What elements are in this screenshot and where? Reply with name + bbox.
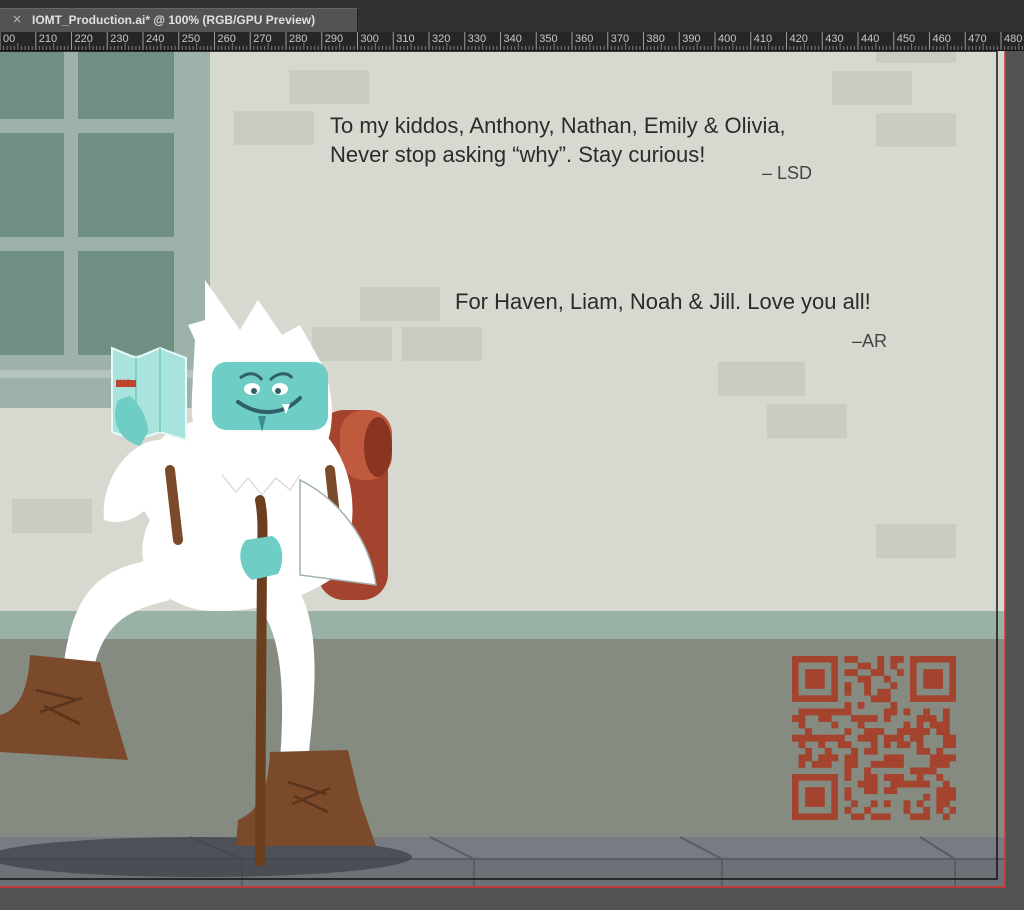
- horizontal-ruler[interactable]: 00 210 220 230 240 250 260 270 280 290 300 310 320 33…: [0, 32, 1024, 51]
- ruler-label: 360: [575, 33, 594, 45]
- ruler-label: 290: [324, 33, 344, 45]
- ruler-label: 380: [646, 33, 665, 45]
- ruler-label: 390: [682, 33, 701, 45]
- ruler-label: 370: [610, 33, 630, 45]
- ruler-label: 440: [861, 33, 880, 45]
- ruler-label: 270: [253, 33, 272, 45]
- ruler-label: 00: [3, 33, 16, 45]
- document-tab-bar: × IOMT_Production.ai* @ 100% (RGB/GPU Pr…: [0, 0, 1024, 32]
- ruler-label: 260: [217, 33, 236, 45]
- ruler-label: 250: [181, 33, 201, 45]
- ruler-label: 430: [825, 33, 844, 45]
- qr-code[interactable]: [792, 656, 956, 820]
- document-tab-title: IOMT_Production.ai* @ 100% (RGB/GPU Prev…: [32, 13, 316, 27]
- baseboard: [0, 611, 1005, 639]
- ruler-label: 460: [932, 33, 951, 45]
- dedication-1-line-1[interactable]: To my kiddos, Anthony, Nathan, Emily & O…: [330, 113, 786, 139]
- artboard-canvas[interactable]: MAP To my kiddos, Anthony, Nathan, Emily…: [0, 51, 1024, 910]
- close-icon[interactable]: ×: [12, 12, 22, 26]
- dedication-2-signature[interactable]: –AR: [852, 331, 887, 352]
- ruler-label: 280: [289, 33, 308, 45]
- ruler-label: 470: [968, 33, 987, 45]
- document-tab[interactable]: × IOMT_Production.ai* @ 100% (RGB/GPU Pr…: [0, 8, 358, 32]
- ruler-label: 210: [38, 33, 58, 45]
- ruler-label: 450: [896, 33, 916, 45]
- dedication-1-line-2[interactable]: Never stop asking “why”. Stay curious!: [330, 142, 705, 168]
- ruler-label: 300: [360, 33, 379, 45]
- ruler-label: 220: [74, 33, 93, 45]
- ruler-label: 240: [146, 33, 165, 45]
- ruler-label: 350: [539, 33, 558, 45]
- ruler-label: 330: [467, 33, 487, 45]
- ruler-label: 410: [753, 33, 773, 45]
- ruler-label: 340: [503, 33, 522, 45]
- ruler-label: 420: [789, 33, 808, 45]
- map-label: MAP: [117, 380, 131, 386]
- ruler-label: 230: [110, 33, 129, 45]
- ruler-label: 480: [1004, 33, 1023, 45]
- ruler-label: 400: [718, 33, 737, 45]
- dedication-1-signature[interactable]: – LSD: [762, 163, 812, 184]
- ruler-label: 320: [432, 33, 451, 45]
- dedication-2-line-1[interactable]: For Haven, Liam, Noah & Jill. Love you a…: [455, 289, 871, 315]
- ruler-label: 310: [396, 33, 415, 45]
